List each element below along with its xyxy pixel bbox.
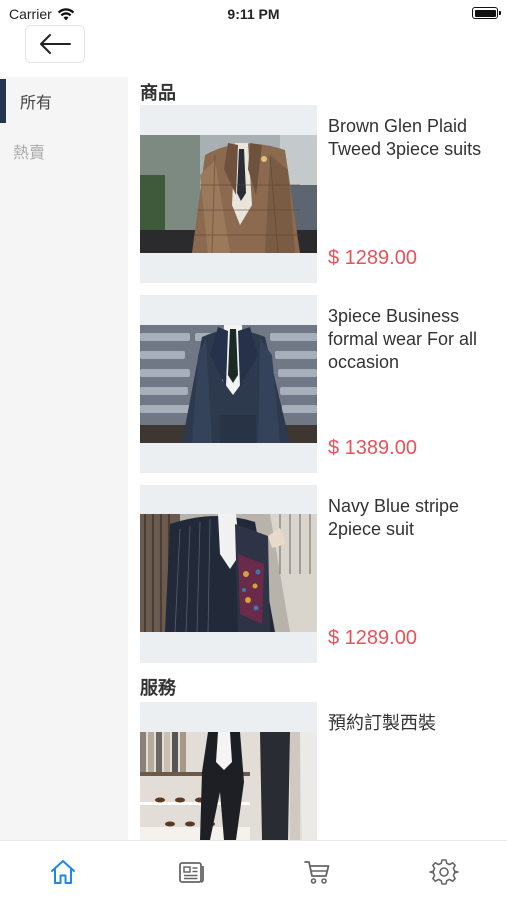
news-icon: [179, 862, 204, 883]
service-card[interactable]: 預約訂製西裝: [140, 702, 507, 840]
tab-settings[interactable]: [427, 855, 461, 889]
brown-plaid-suit-photo: [140, 135, 317, 253]
sidebar-item-all[interactable]: 所有: [0, 77, 128, 125]
product-thumbnail: [140, 485, 317, 663]
product-name: 3piece Business formal wear For all occa…: [328, 306, 478, 372]
sidebar-item-label: 所有: [20, 95, 53, 112]
settings-icon: [429, 859, 459, 885]
product-name: Brown Glen Plaid Tweed 3piece suits: [328, 116, 482, 159]
cart-icon: [304, 861, 330, 884]
product-thumbnail: [140, 105, 317, 283]
section-title-services: 服務: [140, 678, 176, 698]
service-thumbnail: [140, 702, 317, 840]
back-button[interactable]: [25, 25, 85, 63]
category-sidebar: 所有 熱賣: [0, 77, 128, 840]
navy-business-suit-photo: [140, 325, 317, 443]
navy-stripe-suit-photo: [140, 514, 317, 632]
product-price: $ 1289.00: [328, 627, 417, 649]
tab-news[interactable]: [174, 855, 208, 889]
product-name: Navy Blue stripe 2piece suit: [328, 496, 460, 539]
product-list: 商品 Brown Glen Plaid Tweed 3piece suits $…: [128, 77, 507, 840]
tab-home[interactable]: [46, 855, 80, 889]
sidebar-item-hot[interactable]: 熱賣: [0, 127, 128, 175]
arrow-left-icon: [40, 34, 71, 54]
home-icon: [51, 860, 75, 884]
product-price: $ 1289.00: [328, 247, 417, 269]
product-thumbnail: [140, 295, 317, 473]
section-title-products: 商品: [140, 83, 176, 103]
battery-icon: [472, 7, 501, 19]
active-indicator: [0, 79, 6, 123]
status-time: 9:11 PM: [227, 6, 280, 22]
product-card[interactable]: 3piece Business formal wear For all occa…: [140, 295, 507, 473]
product-card[interactable]: Navy Blue stripe 2piece suit $ 1289.00: [140, 485, 507, 663]
tab-cart[interactable]: [300, 855, 334, 889]
sidebar-item-label: 熱賣: [13, 145, 46, 162]
tailor-shop-photo: [140, 732, 317, 840]
bottom-tab-bar: [0, 840, 507, 901]
product-card[interactable]: Brown Glen Plaid Tweed 3piece suits $ 12…: [140, 105, 507, 283]
service-name: 預約訂製西裝: [328, 713, 436, 733]
product-price: $ 1389.00: [328, 437, 417, 459]
status-bar: Carrier 9:11 PM: [0, 0, 507, 28]
